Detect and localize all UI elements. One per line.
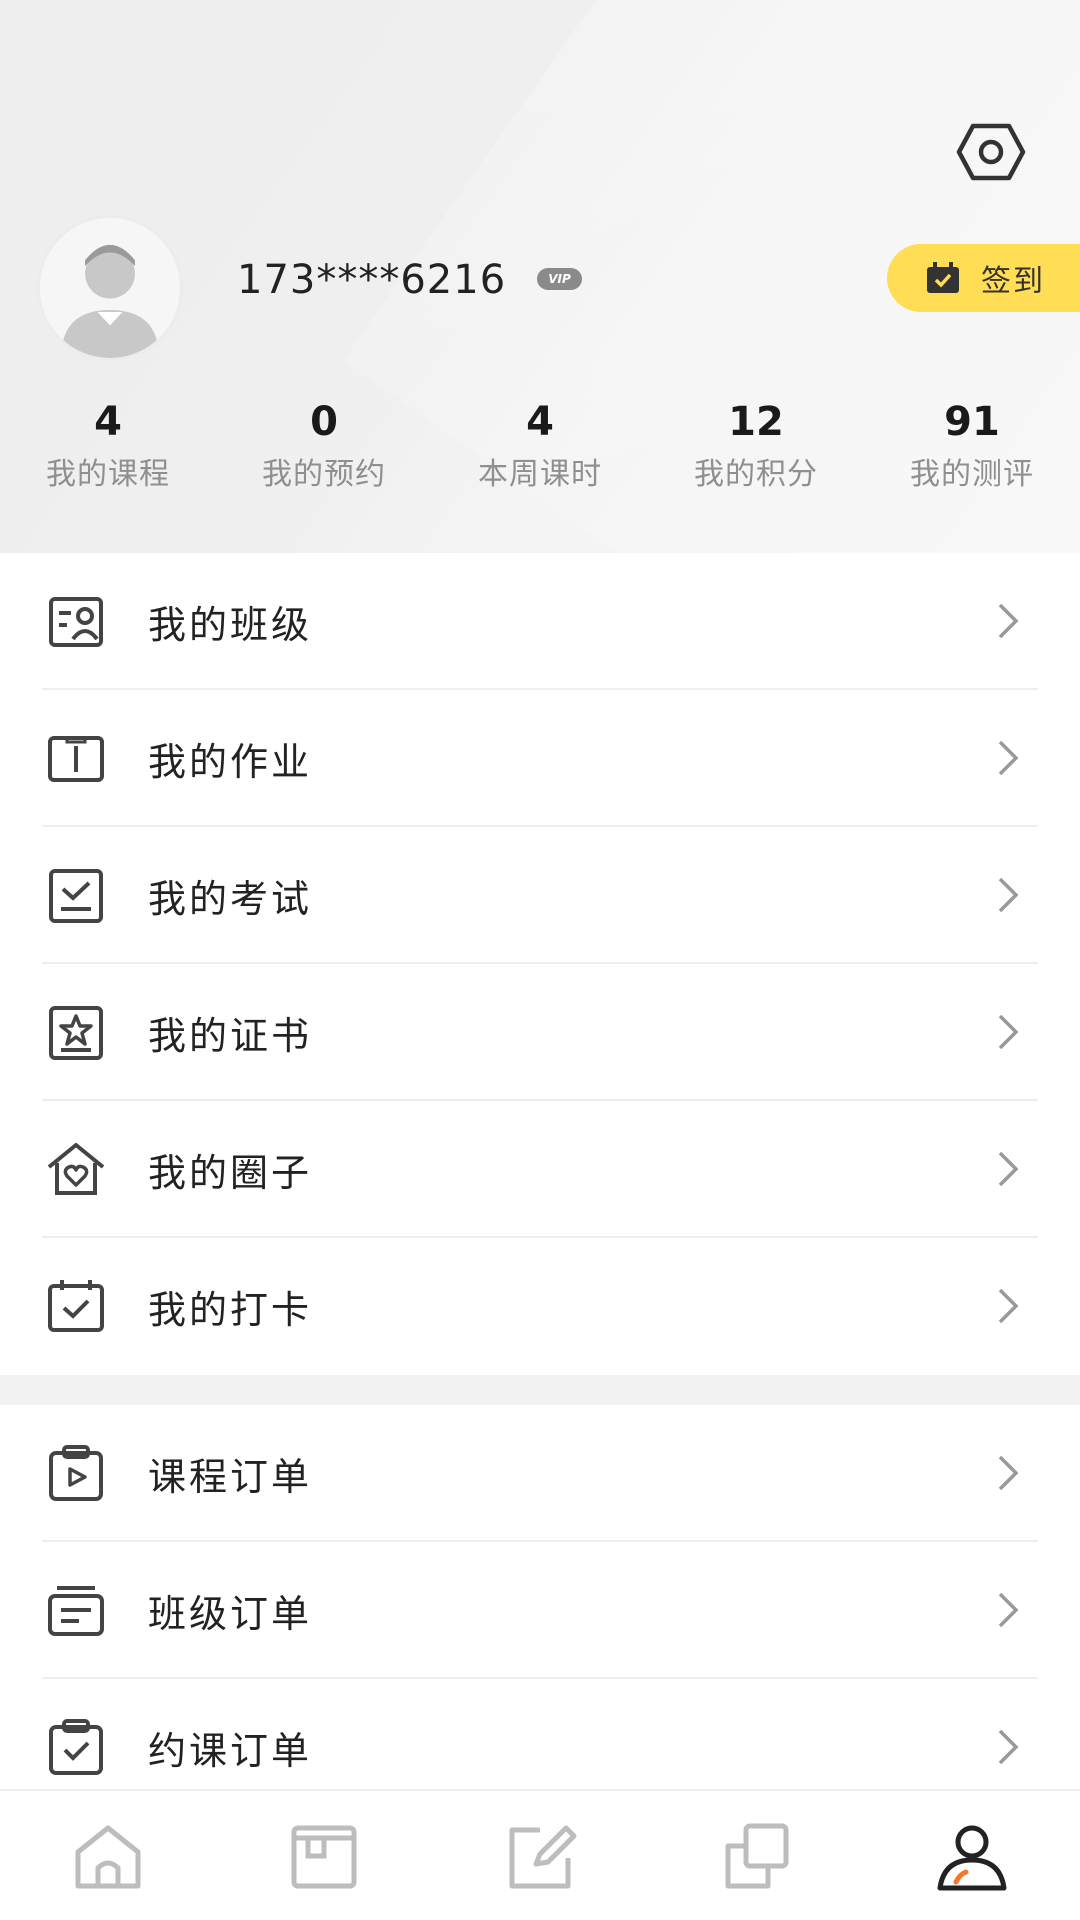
user-phone: 173****6216 [237,257,507,303]
chevron-right-icon [998,1455,1019,1491]
menu-item-class-orders[interactable]: 班级订单 [0,1542,1080,1679]
vip-badge: VIP [537,268,582,290]
menu-item-label: 我的作业 [148,740,313,784]
stat-points[interactable]: 12 我的积分 [648,395,864,515]
tab-profile[interactable] [864,1791,1080,1920]
stat-value: 0 [310,399,338,445]
menu-item-label: 我的考试 [148,877,313,921]
menu-item-my-checkin[interactable]: 我的打卡 [0,1238,1080,1375]
community-icon [47,1143,105,1195]
course-order-icon [49,1445,103,1501]
exam-icon [49,869,103,923]
stat-courses[interactable]: 4 我的课程 [0,395,216,515]
avatar[interactable] [37,215,183,361]
menu-orders: 课程订单 班级订单 约课订单 [0,1405,1080,1816]
checkin-label: 签到 [981,264,1045,299]
stat-label: 我的预约 [262,457,386,492]
stat-label: 我的积分 [694,457,818,492]
menu-item-label: 课程订单 [148,1455,313,1499]
menu-item-label: 我的证书 [148,1014,313,1058]
chevron-right-icon [998,603,1019,639]
stat-label: 我的测评 [910,457,1034,492]
stat-weekly-hours[interactable]: 4 本周课时 [432,395,648,515]
tab-home[interactable] [0,1791,216,1920]
stat-value: 12 [728,399,784,445]
class-order-icon [48,1586,104,1636]
tab-copy[interactable] [648,1791,864,1920]
edit-icon [509,1825,577,1888]
menu-item-label: 我的圈子 [148,1151,313,1195]
menu-item-course-orders[interactable]: 课程订单 [0,1405,1080,1542]
menu-item-label: 我的班级 [148,603,313,647]
chevron-right-icon [998,1151,1019,1187]
browse-icon [291,1825,357,1888]
tab-edit[interactable] [432,1791,648,1920]
menu-item-my-class[interactable]: 我的班级 [0,553,1080,690]
menu-primary: 我的班级 我的作业 我的考试 我的证书 我的圈子 我的打卡 [0,553,1080,1375]
chevron-right-icon [998,1014,1019,1050]
calendar-icon [927,262,959,293]
settings-button[interactable] [955,120,1027,184]
chevron-right-icon [998,1288,1019,1324]
stat-bookings[interactable]: 0 我的预约 [216,395,432,515]
stat-value: 91 [944,399,1000,445]
menu-item-label: 我的打卡 [148,1288,313,1332]
default-avatar-icon [61,244,159,358]
class-icon [49,597,103,647]
chevron-right-icon [998,1729,1019,1765]
calendar-check-icon [48,1280,104,1332]
menu-item-my-certificate[interactable]: 我的证书 [0,964,1080,1101]
copy-icon [725,1823,789,1888]
settings-hexagon-icon [956,123,1026,181]
chevron-right-icon [998,877,1019,913]
chevron-right-icon [998,740,1019,776]
menu-item-my-exam[interactable]: 我的考试 [0,827,1080,964]
booking-order-icon [49,1719,103,1775]
profile-icon [937,1825,1007,1890]
chevron-right-icon [998,1592,1019,1628]
menu-item-label: 约课订单 [148,1729,313,1773]
menu-item-my-community[interactable]: 我的圈子 [0,1101,1080,1238]
stat-label: 我的课程 [46,457,170,492]
stat-value: 4 [94,399,122,445]
stat-label: 本周课时 [478,457,602,492]
menu-item-label: 班级订单 [148,1592,313,1636]
stat-assessments[interactable]: 91 我的测评 [864,395,1080,515]
home-icon [75,1825,141,1888]
book-icon [48,736,104,782]
certificate-icon [49,1006,103,1060]
tab-browse[interactable] [216,1791,432,1920]
section-gap [0,1375,1080,1405]
stat-value: 4 [526,399,554,445]
stats-row: 4 我的课程 0 我的预约 4 本周课时 12 我的积分 91 我的测评 [0,395,1080,515]
bottom-tab-bar [0,1789,1080,1920]
checkin-button[interactable]: 签到 [887,244,1080,312]
menu-item-my-homework[interactable]: 我的作业 [0,690,1080,827]
profile-header: 173****6216 VIP 签到 4 我的课程 0 我的预约 4 本周课时 … [0,0,1080,553]
